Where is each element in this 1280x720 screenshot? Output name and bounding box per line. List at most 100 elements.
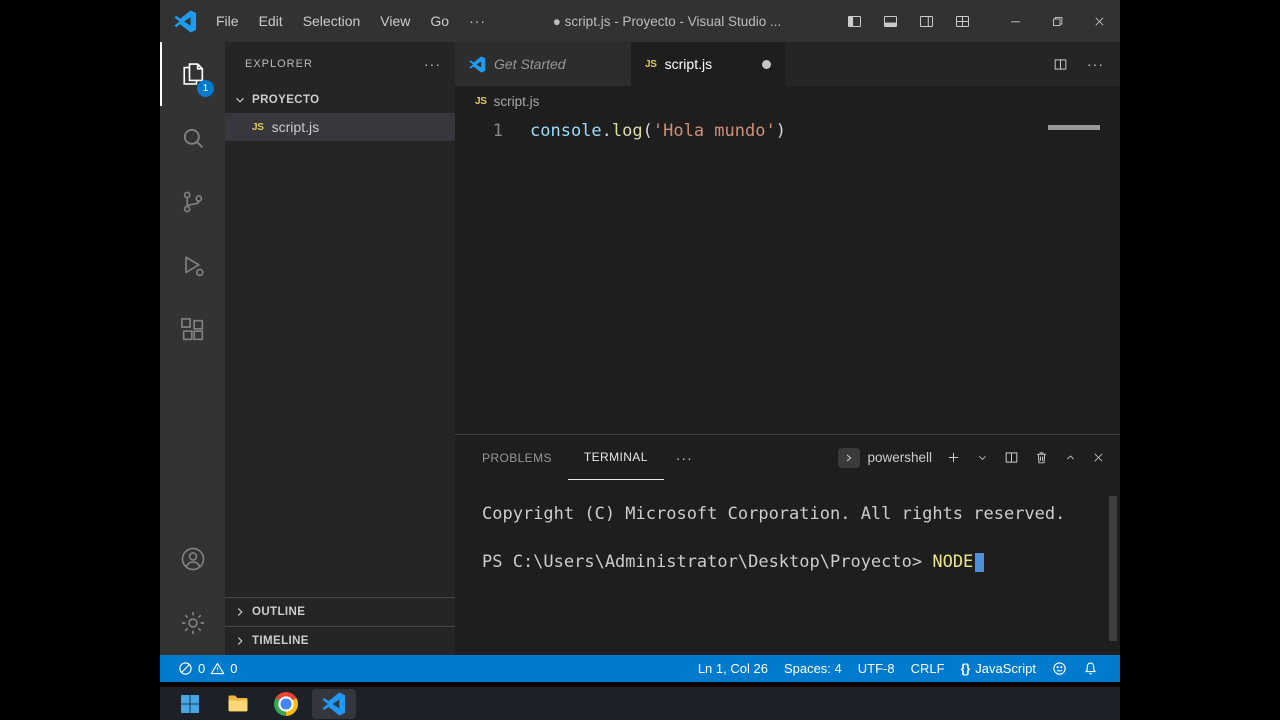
code-editor[interactable]: 1 console.log('Hola mundo')	[455, 116, 1120, 434]
problems-status[interactable]: 0 0	[170, 661, 245, 676]
sidebar-header: EXPLORER ···	[225, 42, 455, 86]
menu-edit[interactable]: Edit	[249, 9, 293, 33]
tab-label: script.js	[664, 56, 713, 72]
file-item-label: script.js	[271, 119, 320, 135]
terminal-dropdown-chevron-icon[interactable]	[975, 450, 990, 465]
account-button[interactable]	[160, 527, 225, 591]
file-explorer-button[interactable]	[216, 689, 260, 719]
maximize-panel-chevron-up-icon[interactable]	[1063, 450, 1078, 465]
new-terminal-plus-icon[interactable]	[945, 449, 962, 466]
breadcrumb-file[interactable]: script.js	[494, 94, 540, 109]
encoding-setting[interactable]: UTF-8	[850, 661, 903, 676]
menu-go[interactable]: Go	[420, 9, 459, 33]
vscode-taskbar-button[interactable]	[312, 688, 356, 719]
minimap[interactable]	[1048, 125, 1100, 130]
tab-scriptjs[interactable]: JS script.js	[631, 42, 785, 86]
language-selector[interactable]: {} JavaScript	[953, 661, 1044, 676]
chevron-right-icon	[237, 608, 243, 616]
activity-run-debug-button[interactable]	[160, 234, 225, 298]
close-button[interactable]	[1078, 0, 1120, 42]
menu-view[interactable]: View	[370, 9, 420, 33]
terminal-cursor	[975, 553, 985, 572]
cursor-position[interactable]: Ln 1, Col 26	[690, 661, 776, 676]
code-line[interactable]: console.log('Hola mundo')	[530, 116, 786, 434]
bell-icon	[1085, 662, 1096, 675]
js-file-icon: JS	[252, 121, 264, 133]
notifications-button[interactable]	[1075, 661, 1106, 676]
activity-extensions-button[interactable]	[160, 298, 225, 362]
terminal-command: NODE	[932, 552, 974, 572]
toggle-secondary-sidebar-button[interactable]	[910, 6, 942, 36]
terminal-scrollbar[interactable]	[1109, 496, 1117, 641]
eol-setting[interactable]: CRLF	[903, 661, 953, 676]
minimize-button[interactable]	[994, 0, 1036, 42]
toggle-sidebar-button[interactable]	[838, 6, 870, 36]
extensions-icon	[180, 318, 203, 341]
start-button[interactable]	[168, 689, 212, 719]
kill-terminal-trash-icon[interactable]	[1033, 449, 1050, 466]
tab-get-started[interactable]: Get Started	[455, 42, 631, 86]
sidebar-section-timeline[interactable]: TIMELINE	[225, 626, 455, 655]
editor-more-actions-button[interactable]: ···	[1087, 56, 1104, 72]
code-close-paren: )	[775, 121, 786, 141]
sidebar-more-button[interactable]: ···	[424, 56, 441, 72]
settings-gear-icon	[181, 611, 204, 635]
split-editor-icon[interactable]	[1052, 56, 1069, 73]
chevron-right-icon	[237, 637, 243, 645]
windows-taskbar	[160, 687, 1120, 720]
settings-button[interactable]	[160, 591, 225, 655]
error-count: 0	[198, 661, 206, 676]
activity-search-button[interactable]	[160, 106, 225, 170]
code-dot: .	[601, 121, 612, 141]
vscode-logo-icon	[322, 691, 346, 716]
feedback-button[interactable]	[1044, 661, 1075, 676]
layout-sidebar-right-icon	[919, 15, 933, 27]
sidebar-section-proyecto[interactable]: PROYECTO	[225, 86, 455, 113]
chevron-down-icon	[236, 97, 244, 103]
terminal-output[interactable]: Copyright (C) Microsoft Corporation. All…	[455, 480, 1120, 655]
menu-file[interactable]: File	[206, 9, 249, 33]
vscode-window: File Edit Selection View Go ··· ● script…	[160, 0, 1120, 682]
project-section-label: PROYECTO	[252, 93, 320, 106]
close-panel-icon[interactable]	[1091, 450, 1106, 465]
language-label: JavaScript	[975, 661, 1036, 676]
file-item-scriptjs[interactable]: JS script.js	[225, 113, 455, 141]
activity-source-control-button[interactable]	[160, 170, 225, 234]
terminal-copyright-line: Copyright (C) Microsoft Corporation. All…	[482, 504, 1066, 524]
sidebar-section-outline[interactable]: OUTLINE	[225, 597, 455, 626]
panel-more-button[interactable]: ···	[676, 435, 693, 480]
editor-actions: ···	[1036, 42, 1120, 86]
tab-problems[interactable]: PROBLEMS	[466, 435, 568, 480]
tab-terminal[interactable]: TERMINAL	[567, 435, 664, 480]
activity-explorer-button[interactable]: 1	[160, 42, 225, 106]
warnings-icon	[210, 662, 225, 675]
modified-dot-icon[interactable]	[762, 59, 771, 69]
feedback-icon	[1053, 662, 1066, 675]
sidebar-title: EXPLORER	[245, 58, 313, 70]
activity-bar: 1	[160, 42, 225, 655]
code-object: console	[530, 121, 602, 141]
titlebar: File Edit Selection View Go ··· ● script…	[160, 0, 1120, 42]
file-explorer-icon	[228, 695, 248, 711]
breadcrumb[interactable]: JS script.js	[455, 86, 1120, 116]
code-method: log	[611, 121, 643, 141]
terminal-prompt-line[interactable]: PS C:\Users\Administrator\Desktop\Proyec…	[482, 550, 1120, 574]
screen: File Edit Selection View Go ··· ● script…	[0, 0, 1280, 720]
menu-selection[interactable]: Selection	[293, 9, 371, 33]
panel-actions: powershell	[838, 435, 1106, 480]
minimize-icon	[1010, 20, 1020, 22]
terminal-profile-selector[interactable]: powershell	[838, 447, 932, 468]
code-open-paren: (	[642, 121, 653, 141]
split-terminal-icon[interactable]	[1003, 449, 1020, 466]
panel-header: PROBLEMS TERMINAL ··· powershell	[455, 435, 1120, 480]
warning-count: 0	[230, 661, 238, 676]
customize-layout-button[interactable]	[946, 6, 978, 36]
indentation-setting[interactable]: Spaces: 4	[776, 661, 850, 676]
window-title: ● script.js - Proyecto - Visual Studio .…	[552, 13, 782, 29]
search-icon	[183, 128, 203, 148]
explorer-badge: 1	[197, 80, 214, 97]
toggle-panel-button[interactable]	[874, 6, 906, 36]
chrome-button[interactable]	[264, 689, 308, 719]
restore-button[interactable]	[1036, 0, 1078, 42]
menu-more-button[interactable]: ···	[459, 9, 496, 33]
